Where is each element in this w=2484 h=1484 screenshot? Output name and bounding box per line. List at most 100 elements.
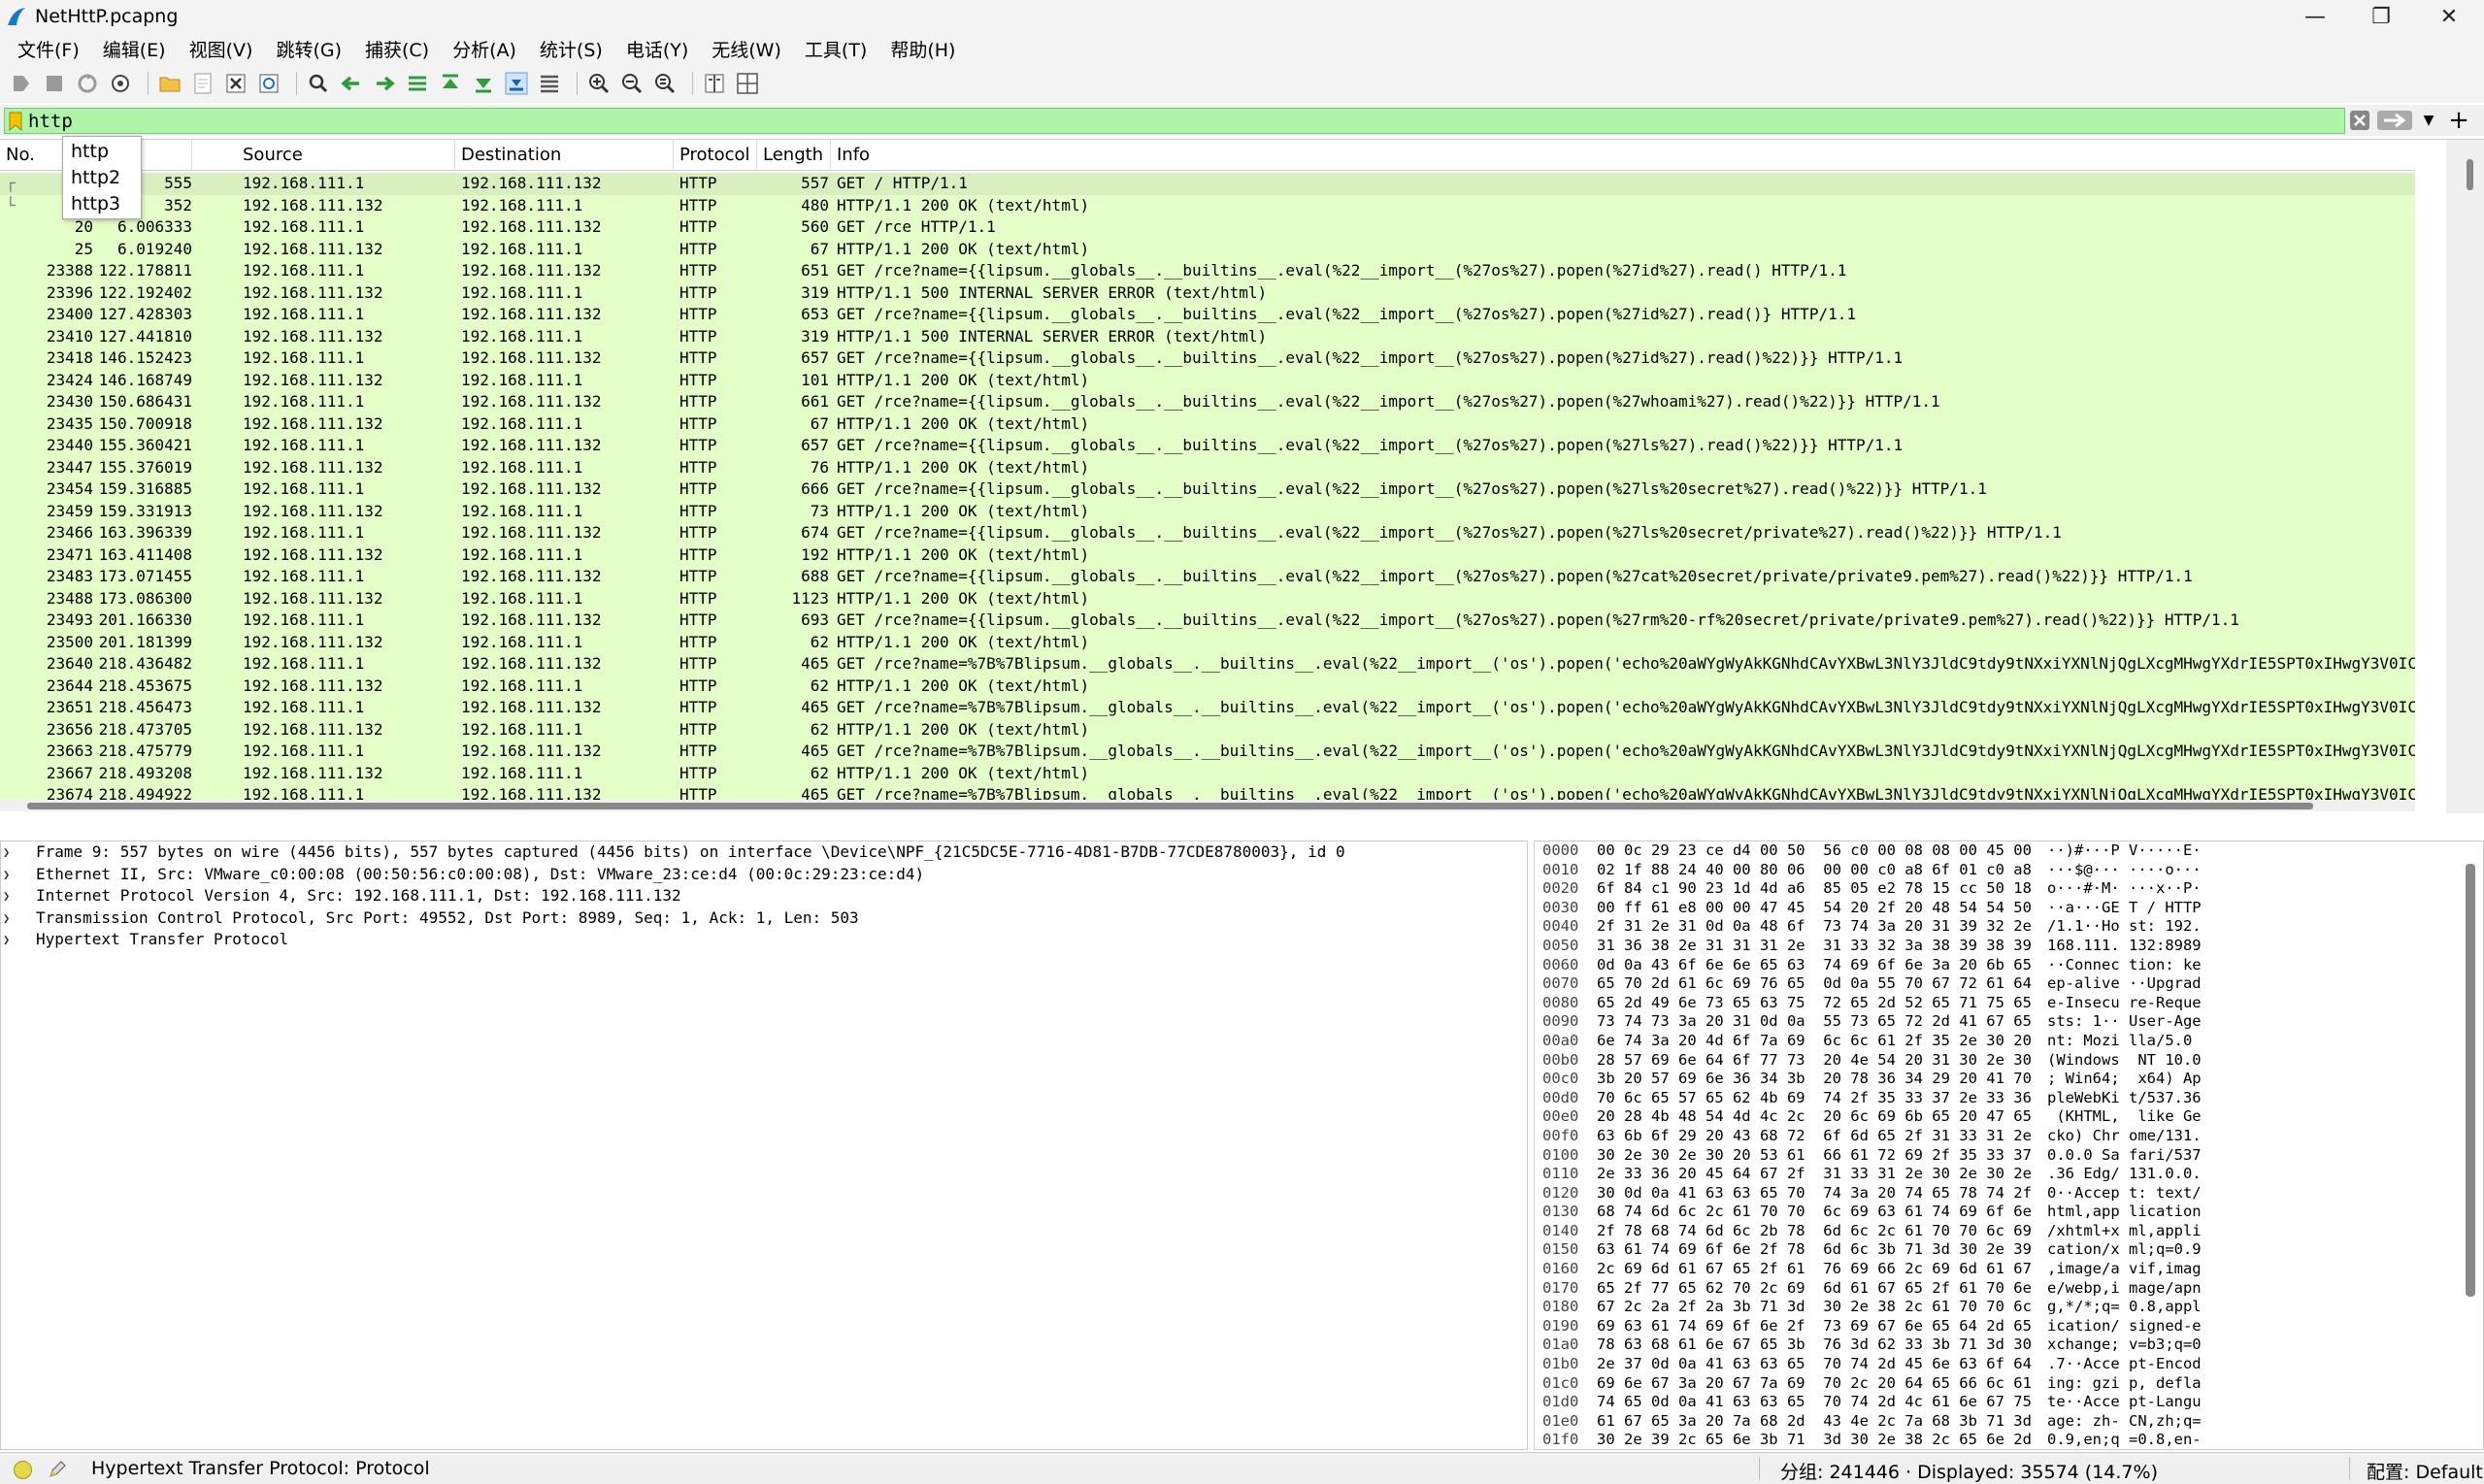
bytes-hex[interactable]: 2f 31 2e 31 0d 0a 48 6f 73 74 3a 20 31 3… (1597, 917, 2032, 937)
column-header-length[interactable]: Length (757, 140, 831, 171)
packet-row[interactable]: 23483 173.071455 192.168.111.1 192.168.111.… (0, 566, 2415, 588)
bytes-ascii[interactable]: ep-alive ··Upgrad (2047, 974, 2202, 994)
bytes-hex[interactable]: 30 0d 0a 41 63 63 65 70 74 3a 20 74 65 7… (1597, 1184, 2032, 1204)
resize-columns-icon[interactable] (701, 70, 728, 97)
expand-arrow-icon[interactable]: ❯ (3, 907, 10, 930)
autocomplete-option[interactable]: http2 (63, 165, 141, 191)
bytes-hex[interactable]: 61 67 65 3a 20 7a 68 2d 43 4e 2c 7a 68 3… (1597, 1412, 2032, 1432)
menu-item-1[interactable]: 编辑(E) (91, 36, 178, 62)
packet-row[interactable]: 23388 122.178811 192.168.111.1 192.168.111.… (0, 260, 2415, 282)
bytes-hex[interactable]: 6f 84 c1 90 23 1d 4d a6 85 05 e2 78 15 c… (1597, 879, 2032, 899)
bytes-hex[interactable]: 63 6b 6f 29 20 43 68 72 6f 6d 65 2f 31 3… (1597, 1127, 2032, 1146)
packet-row[interactable]: ┌ 555 192.168.111.1 192.168.111.132 HTTP 557 G… (0, 173, 2415, 195)
expand-arrow-icon[interactable]: ❯ (3, 885, 10, 907)
bytes-ascii[interactable]: o···#·M· ···x··P· (2047, 879, 2202, 899)
menu-item-8[interactable]: 无线(W) (700, 36, 793, 62)
packet-row[interactable]: 23656 218.473705 192.168.111.132 192.168.11… (0, 718, 2415, 741)
bytes-hex[interactable]: 69 6e 67 3a 20 67 7a 69 70 2c 20 64 65 6… (1597, 1374, 2032, 1394)
bytes-hex[interactable]: 63 61 74 69 6f 6e 2f 78 6d 6c 3b 71 3d 3… (1597, 1240, 2032, 1260)
normal-size-icon[interactable] (651, 70, 679, 97)
bytes-ascii[interactable]: ··Connec tion: ke (2047, 956, 2202, 975)
bytes-hex[interactable]: 69 63 61 74 69 6f 6e 2f 73 69 67 6e 65 6… (1597, 1317, 2032, 1336)
bytes-ascii[interactable]: 0.9,en;q =0.8,en- (2047, 1431, 2202, 1449)
bytes-hex[interactable]: 2f 78 68 74 6d 6c 2b 78 6d 6c 2c 61 70 7… (1597, 1222, 2032, 1241)
capture-options-icon[interactable] (107, 70, 134, 97)
packet-row[interactable]: 23644 218.453675 192.168.111.132 192.168.11… (0, 675, 2415, 697)
bytes-hex[interactable]: 65 2d 49 6e 73 65 63 75 72 65 2d 52 65 7… (1597, 994, 2032, 1013)
packet-row[interactable]: 23435 150.700918 192.168.111.132 192.168.11… (0, 412, 2415, 435)
start-capture-icon[interactable] (8, 70, 35, 97)
filter-history-dropdown[interactable]: ▼ (2419, 110, 2438, 131)
find-packet-icon[interactable] (305, 70, 332, 97)
bytes-ascii[interactable]: g,*/*;q= 0.8,appl (2047, 1298, 2202, 1317)
profile-selector[interactable]: 配置: Default (2367, 1458, 2483, 1484)
bytes-hex[interactable]: 2e 37 0d 0a 41 63 63 65 70 74 2d 45 6e 6… (1597, 1355, 2032, 1374)
minimize-button[interactable]: — (2281, 0, 2349, 33)
packet-row[interactable]: 23400 127.428303 192.168.111.1 192.168.111.… (0, 304, 2415, 326)
bytes-ascii[interactable]: .36 Edg/ 131.0.0. (2047, 1165, 2202, 1184)
bytes-ascii[interactable]: sts: 1·· User-Age (2047, 1012, 2202, 1032)
bytes-hex[interactable]: 20 28 4b 48 54 4d 4c 2c 20 6c 69 6b 65 2… (1597, 1107, 2032, 1127)
detail-tree-row[interactable]: ❯ Internet Protocol Version 4, Src: 192.1… (1, 885, 1527, 907)
bytes-ascii[interactable]: /xhtml+x ml,appli (2047, 1222, 2202, 1241)
open-file-icon[interactable] (156, 70, 183, 97)
last-packet-icon[interactable] (470, 70, 497, 97)
bytes-hex[interactable]: 67 2c 2a 2f 2a 3b 71 3d 30 2e 38 2c 61 7… (1597, 1298, 2032, 1317)
expand-arrow-icon[interactable]: ❯ (3, 929, 10, 951)
autocomplete-option[interactable]: http3 (63, 191, 141, 217)
menu-item-9[interactable]: 工具(T) (793, 36, 878, 62)
bytes-ascii[interactable]: html,app lication (2047, 1203, 2202, 1222)
restart-capture-icon[interactable] (74, 70, 101, 97)
bytes-hex[interactable]: 30 2e 30 2e 30 20 53 61 66 61 72 69 2f 3… (1597, 1146, 2032, 1166)
packet-row[interactable]: 23471 163.411408 192.168.111.132 192.168.11… (0, 544, 2415, 566)
close-button[interactable]: ✕ (2415, 0, 2483, 33)
bytes-hex[interactable]: 68 74 6d 6c 2c 61 70 70 6c 69 63 61 74 6… (1597, 1203, 2032, 1222)
bytes-ascii[interactable]: (Windows NT 10.0 (2047, 1051, 2202, 1071)
bytes-hex[interactable]: 70 6c 65 57 65 62 4b 69 74 2f 35 33 37 2… (1597, 1089, 2032, 1108)
bookmark-icon[interactable] (9, 112, 22, 131)
expand-arrow-icon[interactable]: ❯ (3, 841, 10, 864)
packet-row[interactable]: 23493 201.166330 192.168.111.1 192.168.111.… (0, 610, 2415, 632)
packet-row[interactable]: 23396 122.192402 192.168.111.132 192.168.11… (0, 281, 2415, 304)
bytes-hex[interactable]: 65 70 2d 61 6c 69 76 65 0d 0a 55 70 67 7… (1597, 974, 2032, 994)
maximize-button[interactable]: ❐ (2347, 0, 2415, 33)
packet-row[interactable]: 23418 146.152423 192.168.111.1 192.168.111.… (0, 347, 2415, 370)
bytes-hex[interactable]: 02 1f 88 24 40 00 80 06 00 00 c0 a8 6f 0… (1597, 861, 2032, 880)
display-filter-field[interactable] (4, 108, 2345, 134)
packet-row[interactable]: 23459 159.331913 192.168.111.132 192.168.11… (0, 500, 2415, 522)
bytes-hex[interactable]: 78 63 68 61 6e 67 65 3b 76 3d 62 33 3b 7… (1597, 1336, 2032, 1355)
column-header-protocol[interactable]: Protocol (674, 140, 757, 171)
menu-item-5[interactable]: 分析(A) (441, 36, 528, 62)
bytes-ascii[interactable]: ; Win64; x64) Ap (2047, 1070, 2202, 1089)
reload-icon[interactable] (255, 70, 282, 97)
menu-item-0[interactable]: 文件(F) (6, 36, 91, 62)
bytes-ascii[interactable]: e/webp,i mage/apn (2047, 1279, 2202, 1299)
bytes-ascii[interactable]: cko) Chr ome/131. (2047, 1127, 2202, 1146)
bytes-hex[interactable]: 00 0c 29 23 ce d4 00 50 56 c0 00 08 08 0… (1597, 841, 2032, 861)
bytes-hex[interactable]: 00 ff 61 e8 00 00 47 45 54 20 2f 20 48 5… (1597, 899, 2032, 918)
packet-row[interactable]: 23466 163.396339 192.168.111.1 192.168.111.… (0, 522, 2415, 544)
colorize-icon[interactable] (536, 70, 563, 97)
packet-row[interactable]: └ 352 192.168.111.132 192.168.111.1 HTTP 480 H… (0, 194, 2415, 216)
bytes-ascii[interactable]: cation/x ml;q=0.9 (2047, 1240, 2202, 1260)
packet-list-vertical-scrollbar[interactable] (2446, 140, 2484, 813)
packet-row[interactable]: 23424 146.168749 192.168.111.132 192.168.11… (0, 369, 2415, 391)
packet-row[interactable]: 25 6.019240 192.168.111.132 192.168.111.1 HT… (0, 238, 2415, 260)
column-header-destination[interactable]: Destination (455, 140, 674, 171)
packet-row[interactable]: 23667 218.493208 192.168.111.132 192.168.11… (0, 762, 2415, 784)
bytes-ascii[interactable]: /1.1··Ho st: 192. (2047, 917, 2202, 937)
horizontal-scroll-thumb[interactable] (27, 803, 2313, 809)
bytes-hex[interactable]: 30 2e 39 2c 65 6e 3b 71 3d 30 2e 38 2c 6… (1597, 1431, 2032, 1449)
autoscroll-icon[interactable] (503, 70, 530, 97)
save-file-icon[interactable] (189, 70, 216, 97)
stop-capture-icon[interactable] (41, 70, 68, 97)
bytes-hex[interactable]: 2c 69 6d 61 67 65 2f 61 76 69 66 2c 69 6… (1597, 1260, 2032, 1279)
menu-item-10[interactable]: 帮助(H) (878, 36, 967, 62)
packet-row[interactable]: 23447 155.376019 192.168.111.132 192.168.11… (0, 456, 2415, 478)
go-back-icon[interactable] (338, 70, 365, 97)
menu-item-3[interactable]: 跳转(G) (264, 36, 353, 62)
packet-row[interactable]: 23651 218.456473 192.168.111.1 192.168.111.… (0, 697, 2415, 719)
bytes-ascii[interactable]: pleWebKi t/537.36 (2047, 1089, 2202, 1108)
clear-filter-icon[interactable] (2349, 110, 2370, 131)
close-file-icon[interactable] (222, 70, 249, 97)
